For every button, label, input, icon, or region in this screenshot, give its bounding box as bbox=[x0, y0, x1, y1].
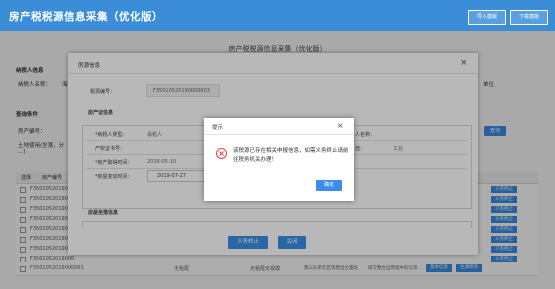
import-template-button[interactable]: 导入模版 bbox=[468, 10, 506, 25]
alert-ok-button[interactable]: 确定 bbox=[316, 180, 342, 191]
alert-dialog: 提示 × 该税源已存在相关申报信息，如需义务终止请前往税务机关办理！ 确定 bbox=[204, 118, 354, 201]
error-icon bbox=[216, 148, 227, 159]
app-title: 房产税税源信息采集（优化版） bbox=[9, 11, 163, 23]
app-header: 房产税税源信息采集（优化版） 导入模版 下载模版 bbox=[0, 0, 555, 31]
alert-close-icon[interactable]: × bbox=[337, 121, 344, 130]
alert-divider bbox=[204, 134, 354, 135]
alert-title: 提示 bbox=[212, 125, 224, 131]
download-template-button[interactable]: 下载模版 bbox=[510, 10, 548, 25]
alert-message: 该税源已存在相关申报信息，如需义务终止请前往税务机关办理！ bbox=[233, 148, 349, 163]
